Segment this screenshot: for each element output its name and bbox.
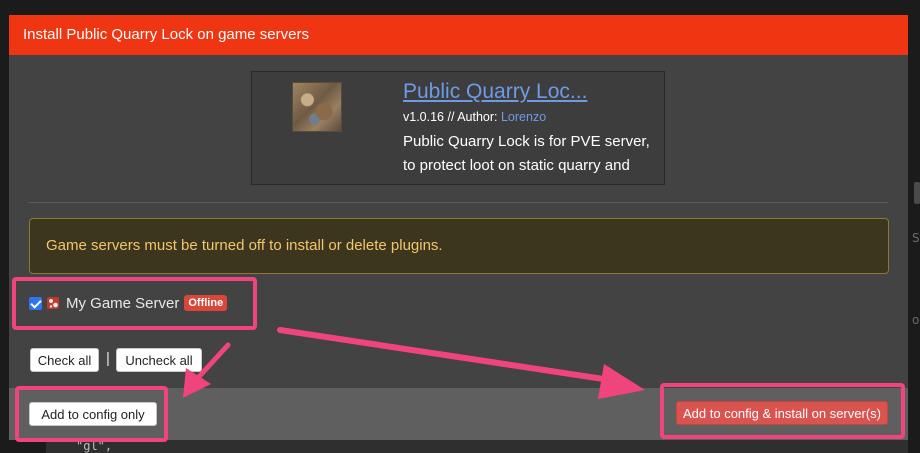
section-divider <box>28 202 888 203</box>
background-code-text: "gl", <box>76 439 113 453</box>
server-checkbox[interactable] <box>29 296 42 310</box>
plugin-title-link[interactable]: Public Quarry Loc... <box>403 80 587 104</box>
plugin-description: Public Quarry Lock is for PVE server, to… <box>403 133 650 174</box>
background-scroll-fragment <box>914 182 920 204</box>
add-and-install-button[interactable]: Add to config & install on server(s) <box>676 401 888 425</box>
background-text-fragment: o <box>912 313 920 327</box>
plugin-thumbnail-image <box>292 82 342 132</box>
check-all-button[interactable]: Check all <box>30 348 99 372</box>
rust-game-icon <box>47 297 59 309</box>
button-separator: | <box>106 350 110 367</box>
uncheck-all-button[interactable]: Uncheck all <box>116 348 202 372</box>
background-code-panel <box>46 440 908 453</box>
install-plugin-modal: Install Public Quarry Lock on game serve… <box>9 15 908 440</box>
plugin-version: v1.0.16 // Author: <box>403 110 501 124</box>
server-name: My Game Server <box>66 294 180 312</box>
background-text-fragment: S <box>912 231 920 245</box>
modal-title: Install Public Quarry Lock on game serve… <box>9 15 908 55</box>
status-badge: Offline <box>184 295 228 311</box>
plugin-author-link[interactable]: Lorenzo <box>501 110 546 124</box>
warning-alert: Game servers must be turned off to insta… <box>29 218 889 274</box>
server-row[interactable]: My Game Server Offline <box>29 292 228 314</box>
add-to-config-only-button[interactable]: Add to config only <box>29 402 157 426</box>
plugin-version-author: v1.0.16 // Author: Lorenzo <box>403 110 546 124</box>
plugin-card: Public Quarry Loc... v1.0.16 // Author: … <box>251 71 665 185</box>
